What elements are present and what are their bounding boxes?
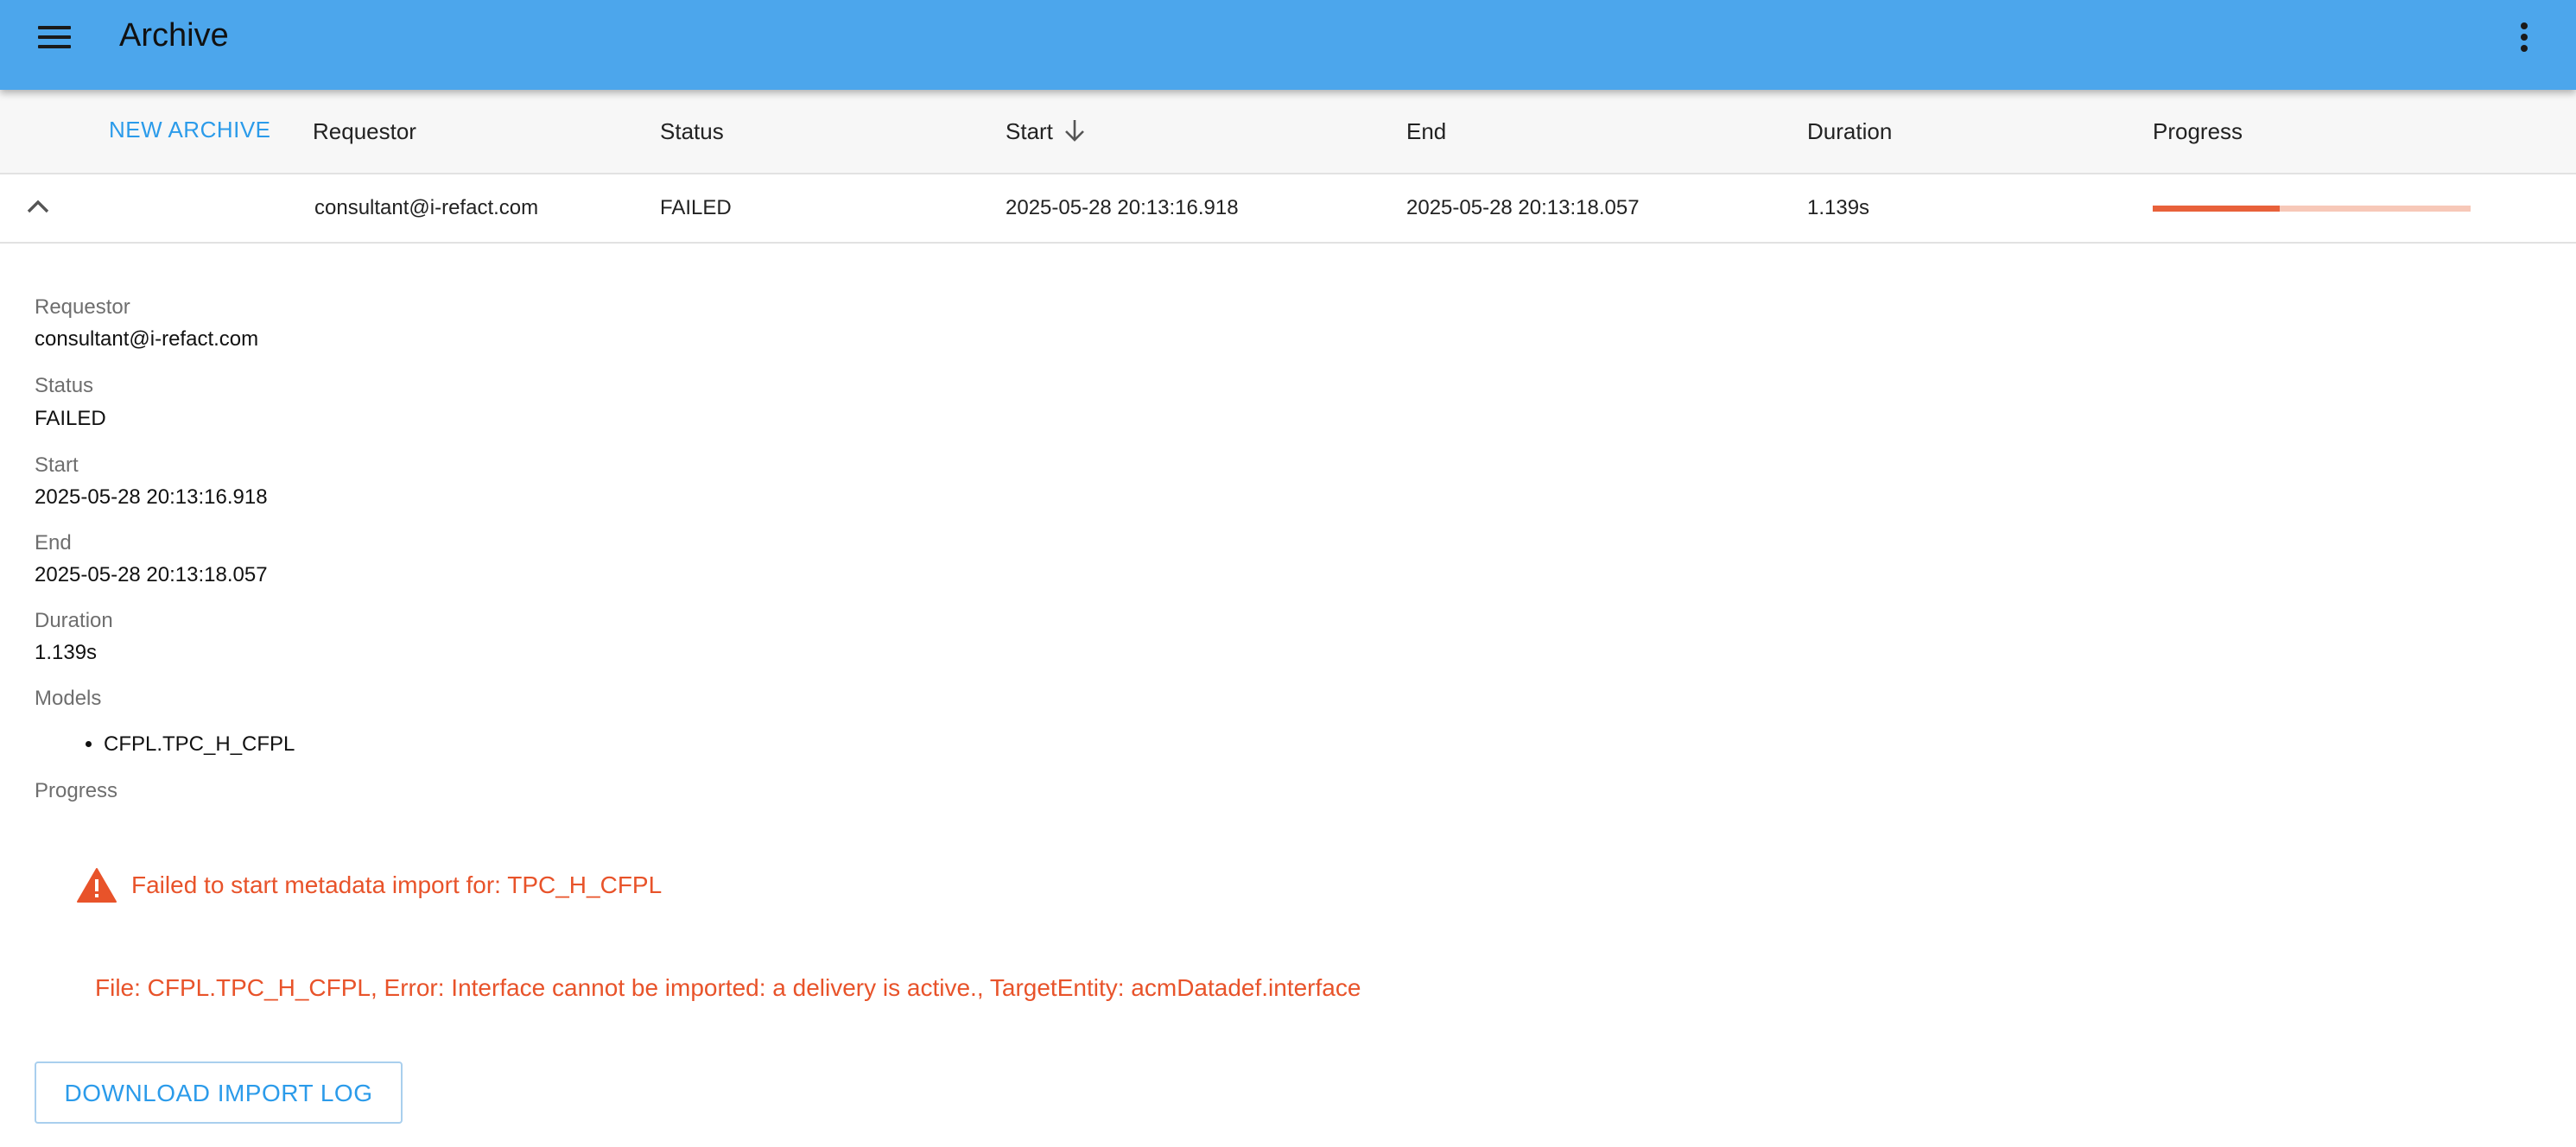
detail-label-status: Status — [35, 374, 94, 397]
detail-label-end: End — [35, 531, 72, 554]
detail-label-models: Models — [35, 687, 102, 710]
column-header-requestor[interactable]: Requestor — [313, 118, 416, 144]
app-bar: Archive — [0, 0, 2576, 90]
detail-label-requestor: Requestor — [35, 295, 130, 319]
progress-bar — [2153, 206, 2471, 212]
download-import-log-button[interactable]: DOWNLOAD IMPORT LOG — [35, 1061, 403, 1124]
cell-start: 2025-05-28 20:13:16.918 — [1006, 196, 1239, 219]
table-header: NEW ARCHIVE Requestor Status Start End D… — [0, 90, 2576, 174]
chevron-up-icon[interactable] — [22, 192, 54, 223]
detail-label-start: Start — [35, 453, 79, 477]
column-header-start[interactable]: Start — [1006, 118, 1053, 144]
models-list: CFPL.TPC_H_CFPL — [35, 732, 295, 757]
error-message-title: Failed to start metadata import for: TPC… — [131, 871, 663, 898]
app-title: Archive — [119, 17, 229, 54]
column-header-status[interactable]: Status — [660, 118, 724, 144]
cell-status: FAILED — [660, 196, 732, 219]
cell-requestor: consultant@i-refact.com — [314, 196, 539, 219]
detail-value-status: FAILED — [35, 407, 106, 430]
cell-end: 2025-05-28 20:13:18.057 — [1406, 196, 1640, 219]
detail-value-end: 2025-05-28 20:13:18.057 — [35, 563, 268, 586]
cell-duration: 1.139s — [1807, 196, 1870, 219]
list-item: CFPL.TPC_H_CFPL — [104, 732, 295, 757]
detail-label-duration: Duration — [35, 609, 113, 632]
warning-icon — [77, 868, 117, 903]
detail-value-duration: 1.139s — [35, 641, 98, 664]
table-row[interactable]: consultant@i-refact.com FAILED 2025-05-2… — [0, 174, 2576, 244]
column-header-duration[interactable]: Duration — [1807, 118, 1892, 144]
more-vert-icon[interactable] — [2507, 16, 2541, 59]
detail-label-progress: Progress — [35, 779, 118, 802]
error-message-detail: File: CFPL.TPC_H_CFPL, Error: Interface … — [95, 974, 1361, 1001]
column-header-progress[interactable]: Progress — [2153, 118, 2243, 144]
detail-value-start: 2025-05-28 20:13:16.918 — [35, 485, 268, 509]
column-header-end[interactable]: End — [1406, 118, 1446, 144]
new-archive-button[interactable]: NEW ARCHIVE — [109, 117, 271, 143]
menu-icon[interactable] — [33, 19, 76, 55]
progress-bar-fill — [2153, 206, 2281, 212]
detail-value-requestor: consultant@i-refact.com — [35, 327, 259, 351]
arrow-down-icon[interactable] — [1063, 117, 1087, 143]
